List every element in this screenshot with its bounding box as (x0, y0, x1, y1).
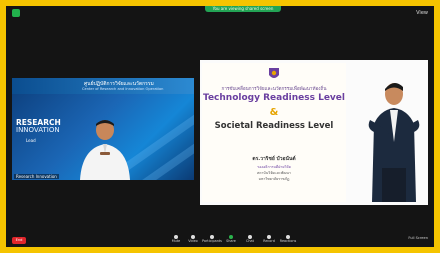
slide-ampersand: & (269, 107, 279, 118)
view-button[interactable]: View (408, 9, 428, 17)
viewing-banner[interactable]: You are viewing shared screen (205, 6, 281, 12)
shared-screen[interactable]: การขับเคลื่อนการวิจัยและนวัตกรรมเพื่อพัฒ… (200, 60, 428, 205)
participant-video-tile[interactable]: ศูนย์ปฏิบัติการวิจัยและนวัตกรรม Center o… (12, 78, 194, 180)
slide-srl-title: Societal Readiness Level (214, 121, 334, 131)
video-banner: ศูนย์ปฏิบัติการวิจัยและนวัตกรรม Center o… (12, 78, 194, 94)
presenter-university: มหาวิทยาลัยราชภัฏ (258, 177, 290, 181)
meeting-toolbar: End Mute Video Participants Share Chat R… (6, 234, 434, 247)
banner-subtitle: Center of Research and Innovation Operat… (82, 87, 164, 91)
top-bar: You are viewing shared screen View (6, 6, 434, 20)
presentation-slide: การขับเคลื่อนการวิจัยและนวัตกรรมเพื่อพัฒ… (202, 63, 346, 202)
presenter-photo (368, 82, 420, 202)
slide-trl-title: Technology Readiness Level (203, 93, 345, 103)
shield-icon[interactable] (12, 9, 20, 17)
university-logo-icon (269, 68, 279, 78)
slide-heading: การขับเคลื่อนการวิจัยและนวัตกรรมเพื่อพัฒ… (221, 87, 327, 92)
innovation-word: INNOVATION (16, 126, 60, 134)
presenter-name: ดร.วาริชย์ บัวอนันต์ (252, 156, 296, 162)
full-screen-button[interactable]: Full Screen (408, 236, 428, 240)
end-meeting-button[interactable]: End (12, 237, 26, 244)
meeting-window: You are viewing shared screen View ศูนย์… (6, 6, 434, 247)
lead-word: Lead (26, 138, 36, 143)
reactions-label: Reactions (279, 239, 297, 243)
reactions-button[interactable]: Reactions (277, 234, 299, 247)
participant-avatar (80, 120, 130, 180)
participant-name: Research Innovation (14, 174, 59, 179)
